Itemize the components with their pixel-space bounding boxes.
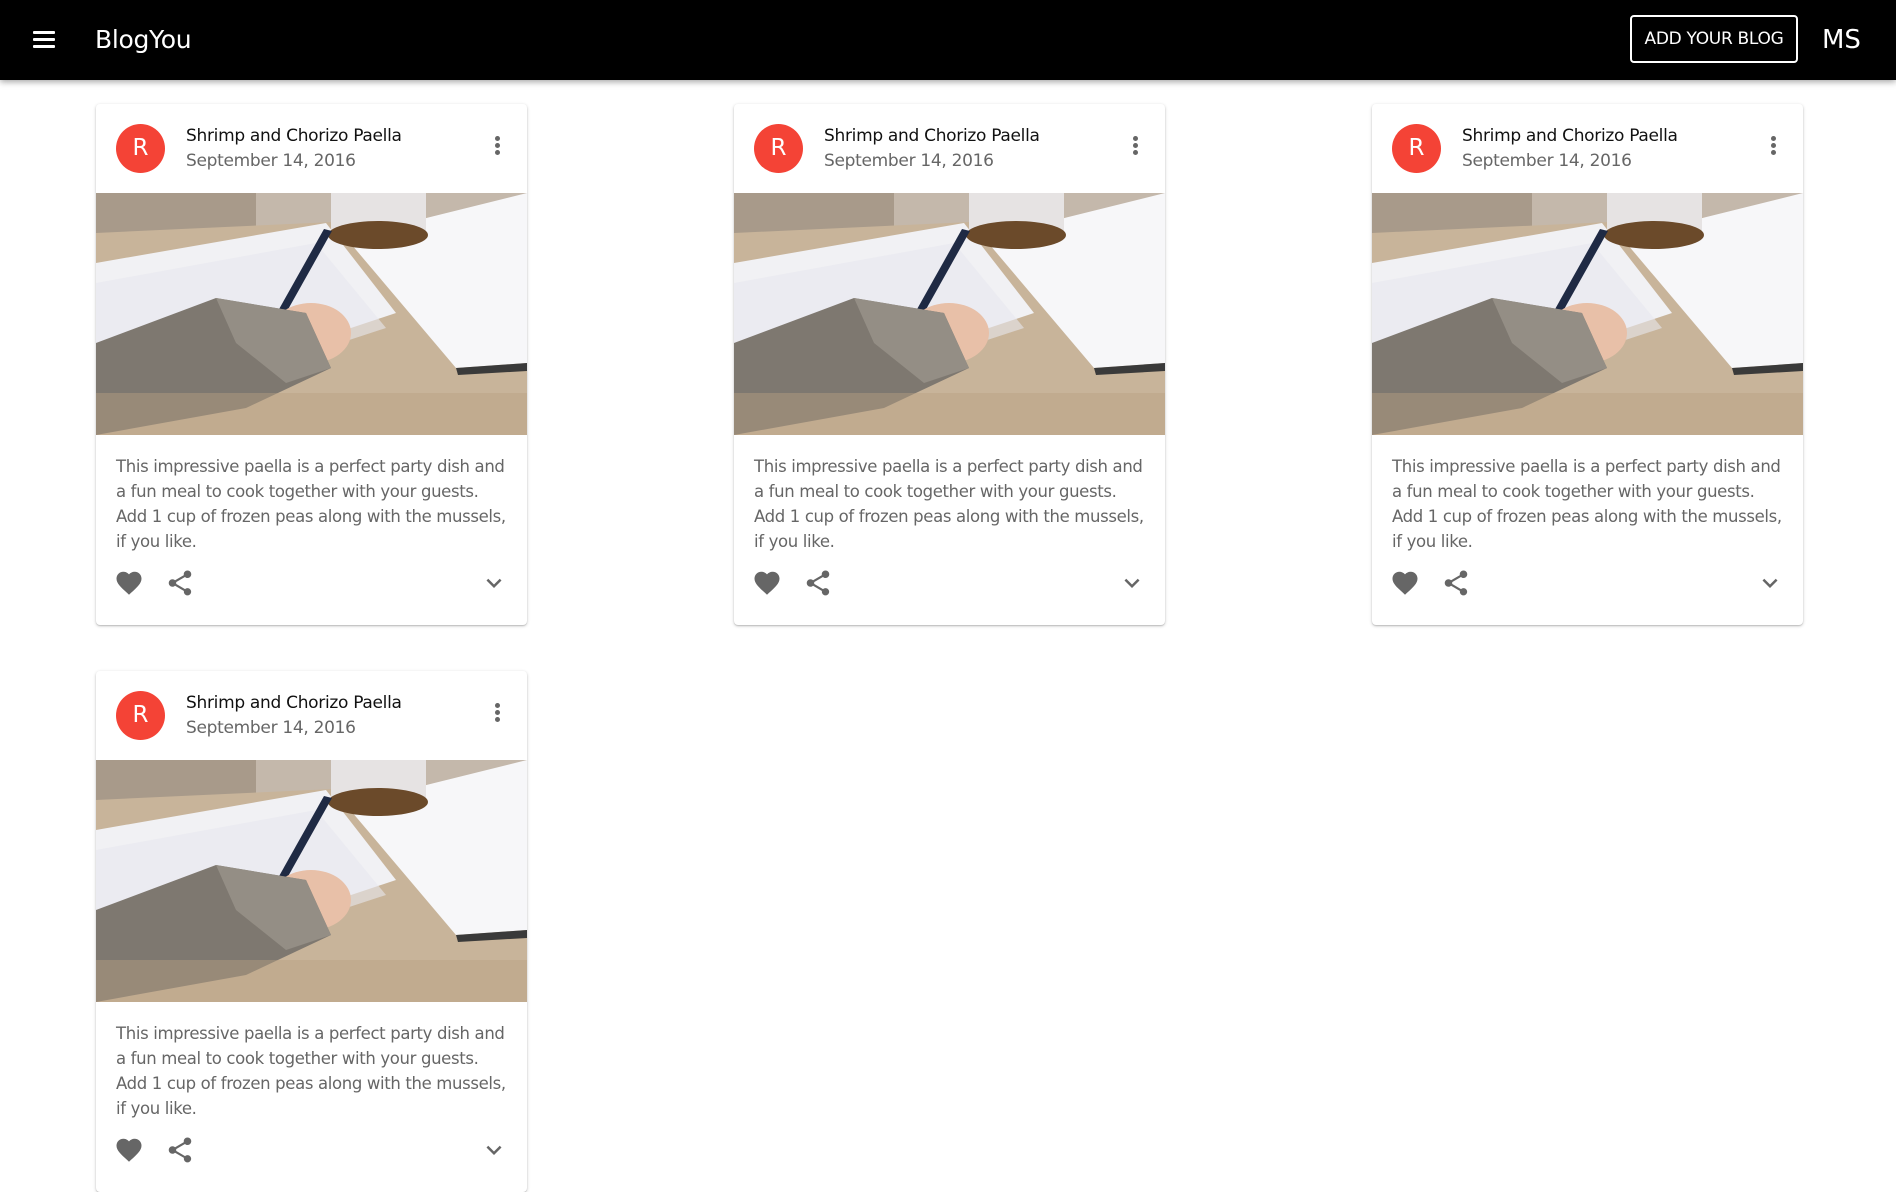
expand-more-icon[interactable] [479,1135,509,1165]
card-actions [96,1122,527,1192]
card-title: Shrimp and Chorizo Paella [1462,126,1678,146]
card-date: September 14, 2016 [186,718,356,738]
more-vert-icon[interactable] [485,699,509,727]
card-title: Shrimp and Chorizo Paella [186,693,402,713]
card-actions [1372,555,1803,625]
app-bar: BlogYou ADD YOUR BLOG MS [0,0,1896,80]
card-header: R Shrimp and Chorizo Paella September 14… [1372,104,1803,193]
card-actions [96,555,527,625]
card-date: September 14, 2016 [186,151,356,171]
card-date: September 14, 2016 [1462,151,1632,171]
card-header: R Shrimp and Chorizo Paella September 14… [734,104,1165,193]
favorite-icon[interactable] [114,568,144,598]
card-description: This impressive paella is a perfect part… [116,1024,506,1118]
card-image [96,193,527,435]
user-avatar[interactable]: MS [1822,24,1861,56]
card-avatar: R [116,124,165,173]
card-date: September 14, 2016 [824,151,994,171]
blog-card: R Shrimp and Chorizo Paella September 14… [734,104,1165,625]
card-header: R Shrimp and Chorizo Paella September 14… [96,104,527,193]
card-image [96,760,527,1002]
card-description: This impressive paella is a perfect part… [116,457,506,551]
share-icon[interactable] [165,568,195,598]
card-image [1372,193,1803,435]
expand-more-icon[interactable] [479,568,509,598]
app-title: BlogYou [95,25,192,54]
blog-card: R Shrimp and Chorizo Paella September 14… [1372,104,1803,625]
card-actions [734,555,1165,625]
card-avatar: R [754,124,803,173]
favorite-icon[interactable] [1390,568,1420,598]
hamburger-menu-icon[interactable] [28,27,62,53]
add-your-blog-button[interactable]: ADD YOUR BLOG [1630,15,1798,63]
expand-more-icon[interactable] [1117,568,1147,598]
more-vert-icon[interactable] [485,132,509,160]
share-icon[interactable] [165,1135,195,1165]
expand-more-icon[interactable] [1755,568,1785,598]
favorite-icon[interactable] [114,1135,144,1165]
card-title: Shrimp and Chorizo Paella [186,126,402,146]
card-image [734,193,1165,435]
share-icon[interactable] [1441,568,1471,598]
card-description: This impressive paella is a perfect part… [1392,457,1782,551]
card-avatar: R [116,691,165,740]
card-header: R Shrimp and Chorizo Paella September 14… [96,671,527,760]
favorite-icon[interactable] [752,568,782,598]
more-vert-icon[interactable] [1761,132,1785,160]
blog-card: R Shrimp and Chorizo Paella September 14… [96,671,527,1192]
card-avatar: R [1392,124,1441,173]
card-title: Shrimp and Chorizo Paella [824,126,1040,146]
more-vert-icon[interactable] [1123,132,1147,160]
blog-card: R Shrimp and Chorizo Paella September 14… [96,104,527,625]
card-description: This impressive paella is a perfect part… [754,457,1144,551]
share-icon[interactable] [803,568,833,598]
